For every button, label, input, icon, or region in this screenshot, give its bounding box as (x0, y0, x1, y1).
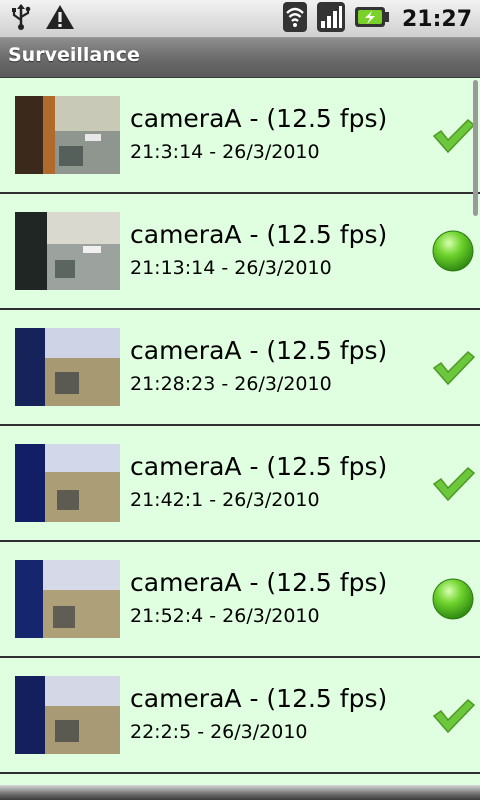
warning-icon (44, 3, 76, 35)
bottom-edge (0, 785, 480, 800)
camera-thumbnail (15, 328, 120, 406)
capture-timestamp: 21:28:23 - 26/3/2010 (130, 373, 332, 395)
camera-thumbnail (15, 444, 120, 522)
camera-name: cameraA - (12.5 fps) (130, 684, 388, 713)
usb-icon (10, 3, 32, 35)
camera-thumbnail (15, 560, 120, 638)
title-bar: Surveillance (0, 38, 480, 78)
camera-thumbnail (15, 96, 120, 174)
checkmark-icon (430, 460, 476, 506)
capture-timestamp: 21:13:14 - 26/3/2010 (130, 257, 332, 279)
list-item[interactable]: cameraA - (12.5 fps) 21:13:14 - 26/3/201… (0, 194, 480, 310)
green-dot-icon (430, 228, 476, 274)
list-item[interactable]: cameraA - (12.5 fps) 21:3:14 - 26/3/2010 (0, 78, 480, 216)
capture-timestamp: 21:52:4 - 26/3/2010 (130, 605, 320, 627)
camera-thumbnail (15, 676, 120, 754)
app-title: Surveillance (8, 44, 140, 66)
status-bar: 21:27 (0, 0, 480, 38)
camera-name: cameraA - (12.5 fps) (130, 452, 388, 481)
checkmark-icon (430, 692, 476, 738)
capture-timestamp: 21:3:14 - 26/3/2010 (130, 141, 320, 163)
system-indicators: 21:27 (282, 1, 472, 37)
list-item[interactable]: cameraA - (12.5 fps) 21:52:4 - 26/3/2010 (0, 542, 480, 658)
list-item[interactable]: cameraA - (12.5 fps) 21:42:1 - 26/3/2010 (0, 426, 480, 542)
capture-list[interactable]: cameraA - (12.5 fps) 21:3:14 - 26/3/2010… (0, 78, 480, 785)
checkmark-icon (430, 344, 476, 390)
camera-name: cameraA - (12.5 fps) (130, 104, 388, 133)
signal-icon (316, 1, 346, 37)
list-item[interactable]: cameraA - (12.5 fps) 22:2:5 - 26/3/2010 (0, 658, 480, 774)
capture-timestamp: 21:42:1 - 26/3/2010 (130, 489, 320, 511)
camera-thumbnail (15, 212, 120, 290)
green-dot-icon (430, 576, 476, 622)
capture-timestamp: 22:2:5 - 26/3/2010 (130, 721, 308, 743)
list-item[interactable]: cameraA - (12.5 fps) 21:28:23 - 26/3/201… (0, 310, 480, 426)
notification-area[interactable] (10, 4, 76, 34)
status-time: 21:27 (401, 6, 472, 32)
battery-charging-icon (354, 5, 390, 33)
wifi-icon (282, 1, 308, 37)
camera-name: cameraA - (12.5 fps) (130, 568, 388, 597)
camera-name: cameraA - (12.5 fps) (130, 220, 388, 249)
checkmark-icon (430, 112, 476, 158)
camera-name: cameraA - (12.5 fps) (130, 336, 388, 365)
